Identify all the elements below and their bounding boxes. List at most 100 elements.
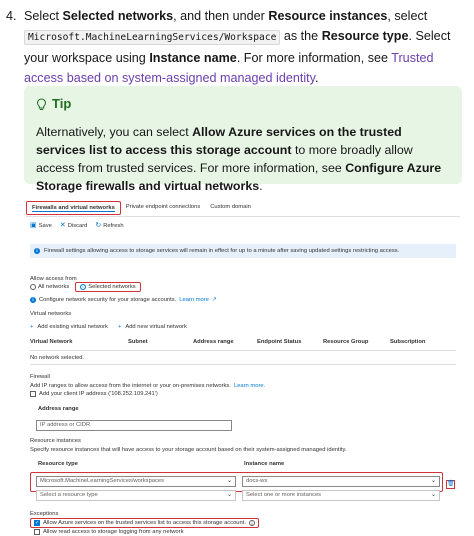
tip-body: Alternatively, you can select Allow Azur… <box>36 123 450 195</box>
portal-toolbar: ▣ Save ✕ Discard ↻ Refresh <box>30 222 124 229</box>
step-bold-selected-networks: Selected networks <box>62 9 174 23</box>
chevron-down-icon: ⌄ <box>226 478 232 484</box>
vnet-table-divider <box>30 364 456 365</box>
step-text-6: . For more information, see <box>236 51 392 65</box>
portal-screenshot: Firewalls and virtual networks Private e… <box>26 197 460 535</box>
refresh-label: Refresh <box>103 222 124 229</box>
add-new-vnet-button[interactable]: Add new virtual network <box>125 324 187 330</box>
radio-circle-all <box>30 284 36 290</box>
exception-logging-label: Allow read access to storage logging fro… <box>43 529 184 535</box>
resource-type-empty-dropdown[interactable]: Select a resource type ⌄ <box>36 490 236 501</box>
access-radio-group: All networks Selected networks <box>30 282 141 292</box>
tab-private-endpoint[interactable]: Private endpoint connections <box>121 201 205 215</box>
tab-custom-domain[interactable]: Custom domain <box>205 201 256 215</box>
resource-instances-desc: Specify resource instances that will hav… <box>30 447 347 453</box>
chevron-down-icon: ⌄ <box>226 492 232 498</box>
chevron-down-icon: ⌄ <box>430 478 436 484</box>
resource-type-value: Microsoft.MachineLearningServices/worksp… <box>40 478 165 484</box>
firewall-learn-more-link[interactable]: Learn more. <box>234 383 265 389</box>
tip-heading: Tip <box>36 95 450 113</box>
tip-text-1: Alternatively, you can select <box>36 125 193 139</box>
step-text-3: , select <box>387 9 428 23</box>
col-endpoint-status: Endpoint Status <box>257 339 302 345</box>
col-subscription: Subscription <box>390 339 426 345</box>
tip-text-3: . <box>259 179 263 193</box>
no-network-text: No network selected. <box>30 355 85 361</box>
firewall-label: Firewall <box>30 374 50 380</box>
save-label: Save <box>38 222 52 229</box>
col-address-range: Address range <box>193 339 234 345</box>
virtual-networks-label: Virtual networks <box>30 311 72 317</box>
configure-info-icon: i <box>30 297 36 303</box>
resource-instances-label: Resource instances <box>30 438 81 444</box>
exception-logging-checkbox[interactable] <box>34 529 40 535</box>
ip-address-placeholder: IP address or CIDR <box>40 422 91 428</box>
instance-name-label: Instance name <box>244 461 285 467</box>
radio-selected-label: Selected networks <box>88 284 136 290</box>
col-virtual-network: Virtual Network <box>30 339 73 345</box>
step-text-1: Select <box>24 9 63 23</box>
vnet-table-header: Virtual Network Subnet Address range End… <box>30 339 456 348</box>
tip-heading-text: Tip <box>52 96 72 111</box>
client-ip-row: Add your client IP address ('108.252.109… <box>30 391 158 397</box>
col-subnet: Subnet <box>128 339 148 345</box>
resource-type-placeholder: Select a resource type <box>40 492 98 498</box>
configure-text: Configure network security for your stor… <box>39 297 177 303</box>
firewall-desc: Add IP ranges to allow access from the i… <box>30 383 231 389</box>
save-button[interactable]: ▣ Save <box>30 222 52 229</box>
instance-name-dropdown[interactable]: docs-ws ⌄ <box>242 476 440 487</box>
exception-info-icon: i <box>248 520 255 526</box>
info-text: Firewall settings allowing access to sto… <box>44 248 400 254</box>
tab-firewalls-label: Firewalls and virtual networks <box>32 205 115 212</box>
save-icon: ▣ <box>30 222 37 229</box>
step-text: Select Selected networks, and then under… <box>24 6 468 88</box>
step-number: 4. <box>6 9 17 23</box>
portal-tabs: Firewalls and virtual networks Private e… <box>26 201 256 215</box>
info-banner: i Firewall settings allowing access to s… <box>30 244 456 258</box>
add-existing-icon: + <box>30 324 34 330</box>
firewall-desc-row: Add IP ranges to allow access from the i… <box>30 383 265 389</box>
instance-placeholder: Select one or more instances <box>246 492 322 498</box>
client-ip-label: Add your client IP address ('108.252.109… <box>39 391 158 397</box>
radio-all-label: All networks <box>38 284 70 290</box>
delete-icon[interactable]: 🗑 <box>446 480 455 489</box>
refresh-icon: ↻ <box>95 222 102 229</box>
tip-box: Tip Alternatively, you can select Allow … <box>24 86 462 193</box>
configure-row: i Configure network security for your st… <box>30 297 217 303</box>
learn-more-link[interactable]: Learn more <box>179 297 209 303</box>
client-ip-checkbox[interactable] <box>30 391 36 397</box>
address-range-label: Address range <box>38 406 79 412</box>
ip-address-input[interactable]: IP address or CIDR <box>36 420 232 431</box>
exception-trusted-checkbox[interactable]: ✓ <box>34 520 40 526</box>
exception-logging-row: Allow read access to storage logging fro… <box>34 529 183 535</box>
exception-trusted-row: ✓ Allow Azure services on the trusted se… <box>30 518 259 528</box>
exception-trusted-label: Allow Azure services on the trusted serv… <box>43 520 246 526</box>
vnet-header-divider <box>30 350 456 351</box>
instance-name-value: docs-ws <box>246 478 268 484</box>
instance-empty-dropdown[interactable]: Select one or more instances ⌄ <box>242 490 440 501</box>
radio-circle-selected <box>80 284 87 290</box>
step-text-2: , and then under <box>173 9 269 23</box>
step-paragraph: 4. Select Selected networks, and then un… <box>6 6 468 88</box>
step-text-7: . <box>314 71 319 85</box>
tab-firewalls[interactable]: Firewalls and virtual networks <box>26 201 121 215</box>
radio-all-networks[interactable]: All networks <box>30 284 69 290</box>
radio-selected-networks[interactable]: Selected networks <box>75 282 141 292</box>
info-icon: i <box>34 248 40 254</box>
refresh-button[interactable]: ↻ Refresh <box>95 222 123 229</box>
tabs-divider <box>26 216 460 217</box>
chevron-down-icon: ⌄ <box>430 492 436 498</box>
add-existing-vnet-button[interactable]: Add existing virtual network <box>37 324 108 330</box>
step-bold-instance-name: Instance name <box>149 51 237 65</box>
discard-button[interactable]: ✕ Discard <box>60 222 88 229</box>
external-link-icon: ↗ <box>211 297 217 303</box>
resource-type-dropdown[interactable]: Microsoft.MachineLearningServices/worksp… <box>36 476 236 487</box>
step-bold-resource-type: Resource type <box>321 29 409 43</box>
vnet-actions: + Add existing virtual network + Add new… <box>30 324 187 330</box>
col-resource-group: Resource Group <box>323 339 369 345</box>
lightbulb-icon <box>36 97 47 110</box>
discard-label: Discard <box>67 222 88 229</box>
exceptions-label: Exceptions <box>30 511 59 517</box>
step-bold-resource-instances: Resource instances <box>268 9 388 23</box>
discard-icon: ✕ <box>59 222 66 229</box>
